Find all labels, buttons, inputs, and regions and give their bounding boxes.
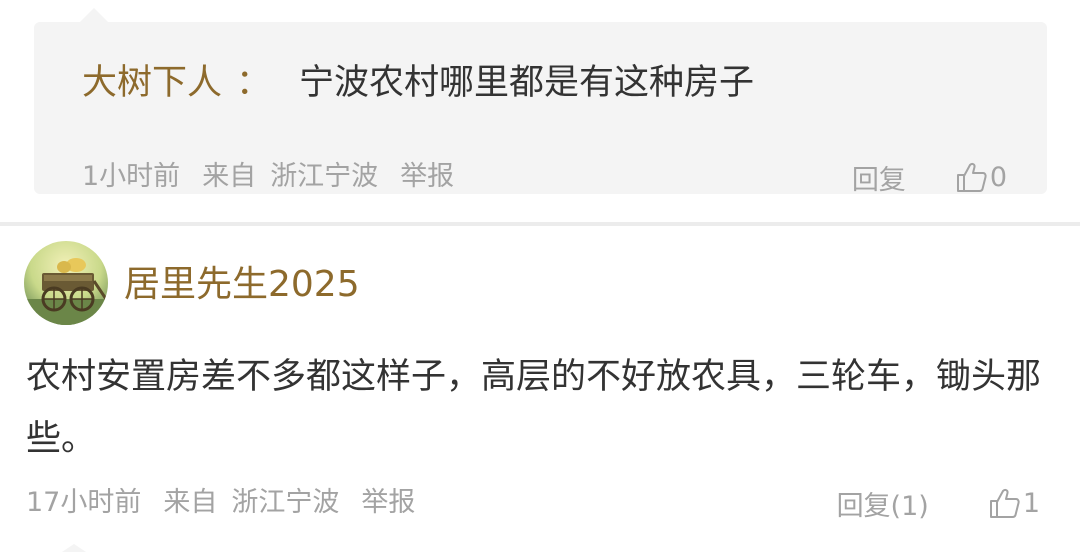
reply-time: 1小时前	[82, 161, 181, 192]
comment-source-prefix: 来自	[163, 487, 218, 518]
reply-like-count: 0	[989, 161, 1007, 193]
thumbs-up-icon	[989, 488, 1020, 518]
thumbs-up-icon	[956, 162, 987, 192]
next-reply-notch	[62, 544, 86, 552]
reply-like-button[interactable]: 0	[954, 160, 1007, 194]
comment-meta: 17小时前 来自 浙江宁波 举报	[26, 484, 437, 522]
comment-thread: 大树下人：宁波农村哪里都是有这种房子 1小时前来自浙江宁波举报 回复 0	[0, 0, 1080, 552]
comment-location: 浙江宁波	[231, 487, 340, 518]
comment-like-count: 1	[1022, 487, 1040, 519]
section-divider	[0, 222, 1080, 226]
reply-actions: 回复 0	[852, 158, 1007, 196]
cart-avatar-icon	[24, 241, 108, 325]
reply-colon: ：	[236, 63, 272, 103]
reply-text: 宁波农村哪里都是有这种房子	[299, 63, 755, 103]
reply-meta: 1小时前 来自 浙江宁波 举报	[82, 158, 476, 196]
comment-username[interactable]: 居里先生2025	[124, 262, 360, 308]
comment-reply-button[interactable]: 回复(1)	[837, 484, 929, 523]
comment-text: 农村安置房差不多都这样子，高层的不好放农具，三轮车，锄头那些。	[26, 357, 1042, 459]
comment-like-button[interactable]: 1	[987, 486, 1040, 520]
reply-source-prefix: 来自	[202, 161, 257, 192]
quoted-reply-line: 大树下人 ： 宁波农村哪里都是有这种房子	[82, 58, 754, 108]
quoted-reply-box: 大树下人 ： 宁波农村哪里都是有这种房子 1小时前 来自 浙江宁波 举报 回复 0	[34, 8, 1047, 196]
comment-report-link[interactable]: 举报	[361, 487, 415, 518]
reply-location: 浙江宁波	[270, 161, 379, 192]
reply-reply-button[interactable]: 回复	[852, 158, 906, 197]
comment-actions: 回复(1) 1	[837, 484, 1040, 522]
reply-report-link[interactable]: 举报	[400, 161, 454, 192]
reply-author-name[interactable]: 大树下人	[82, 63, 222, 103]
comment-time: 17小时前	[26, 487, 142, 518]
user-avatar[interactable]	[24, 241, 108, 325]
